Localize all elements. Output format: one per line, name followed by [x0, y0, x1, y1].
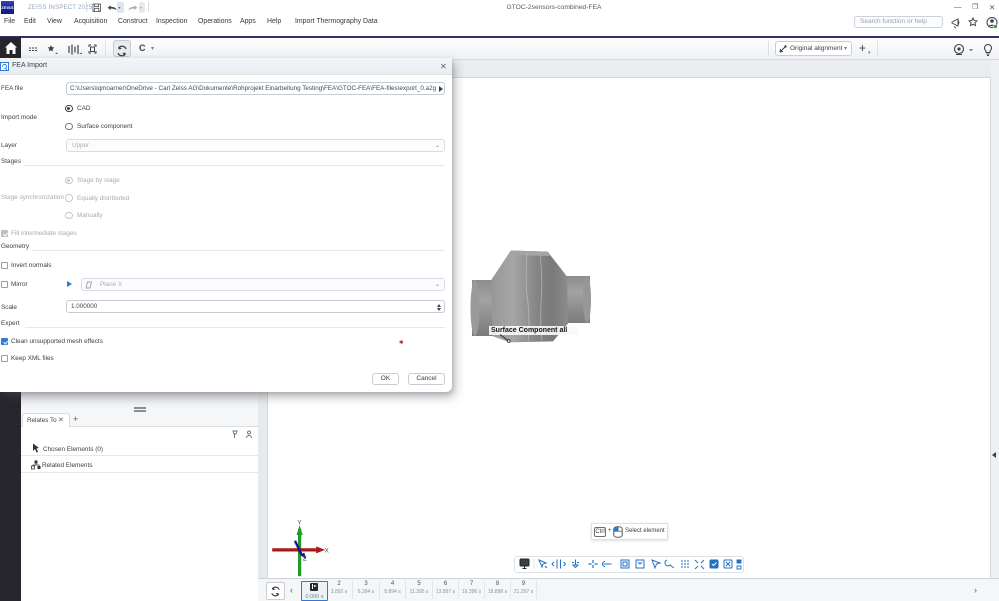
svg-text:Y: Y: [297, 520, 302, 527]
svg-text:X: X: [325, 547, 330, 554]
svg-text:Z: Z: [303, 556, 307, 563]
